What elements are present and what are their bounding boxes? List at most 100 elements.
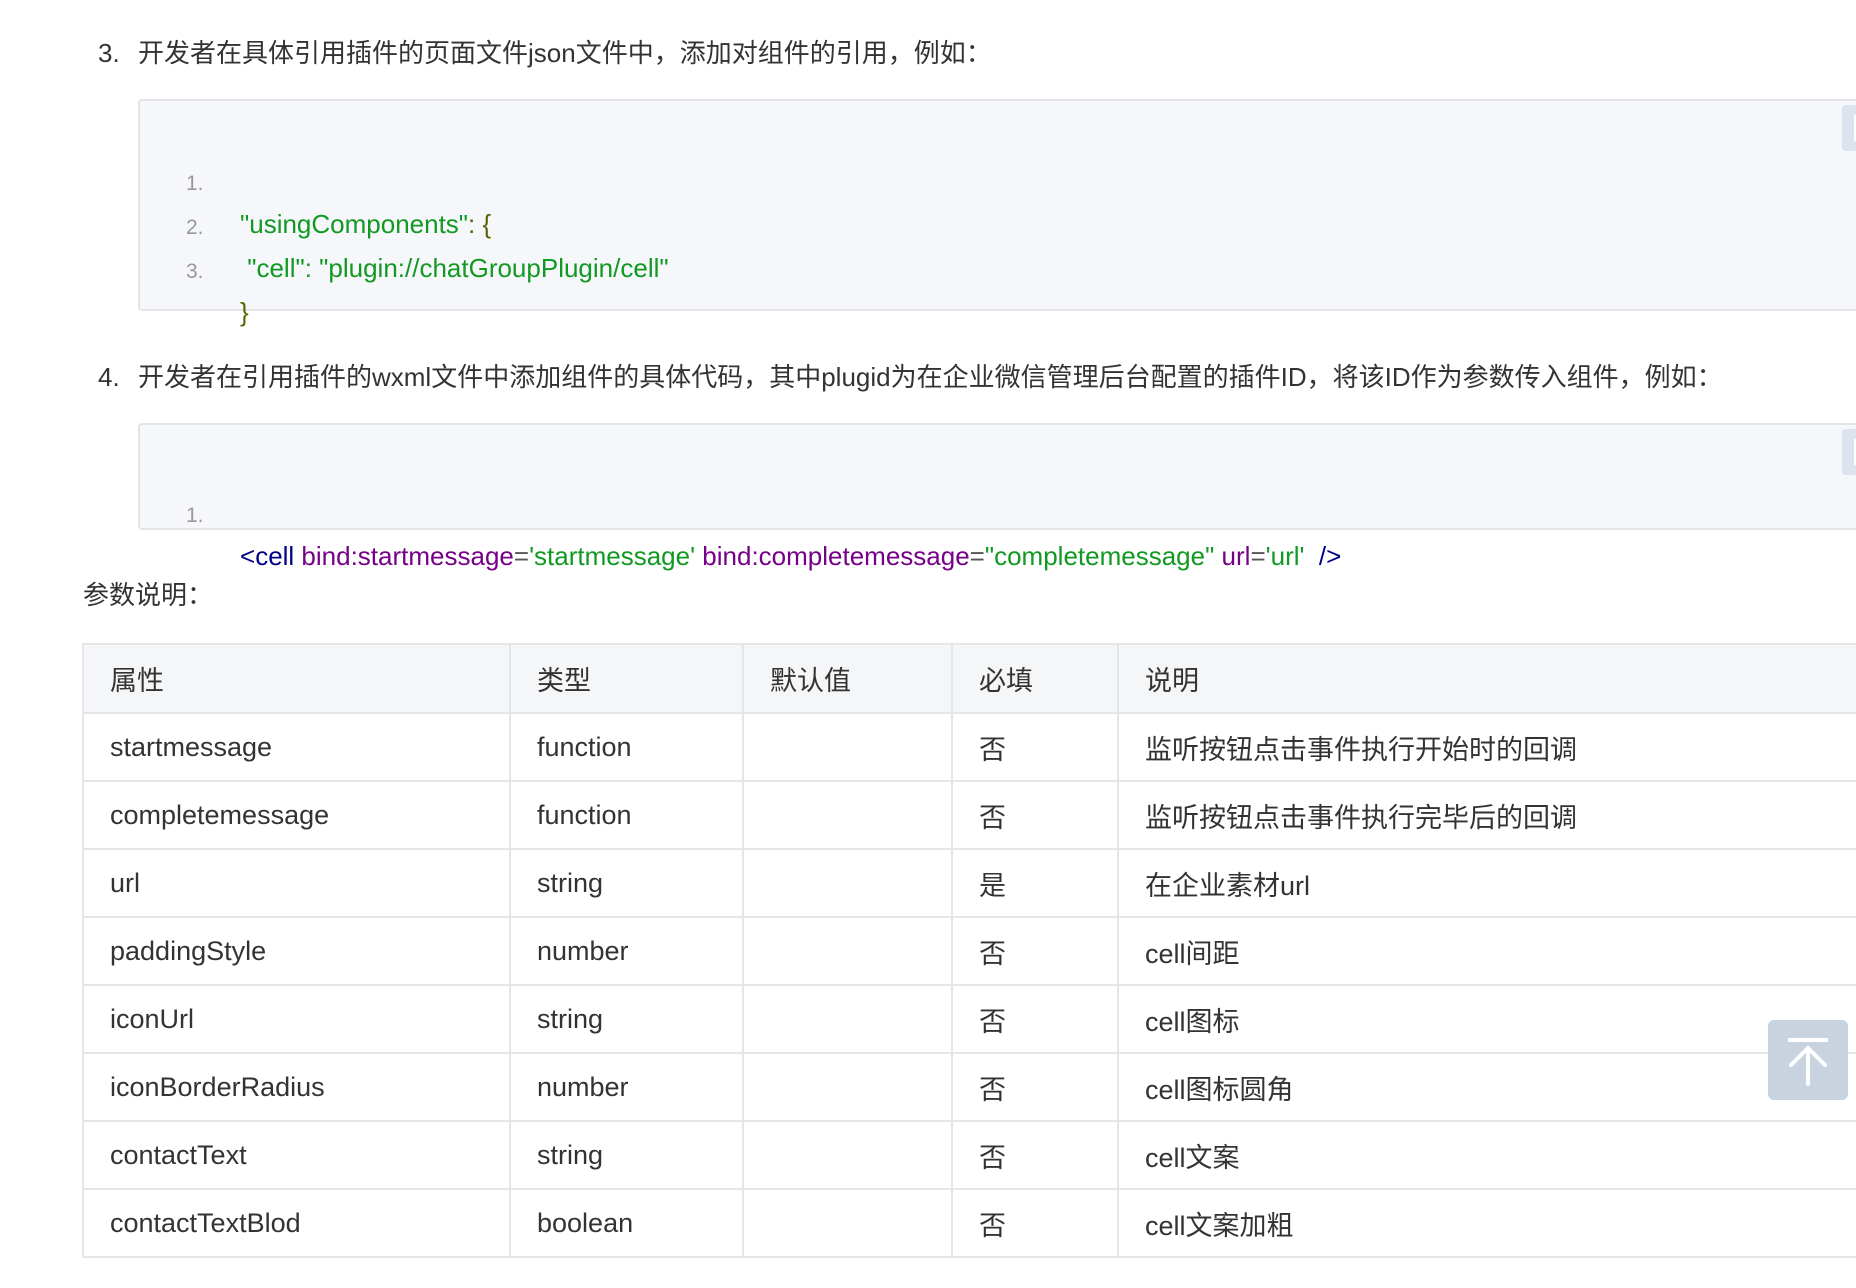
step-3-paragraph: 3. 开发者在具体引用插件的页面文件json文件中，添加对组件的引用，例如： bbox=[98, 33, 992, 73]
code-line: 1. "usingComponents": { bbox=[140, 124, 491, 239]
table-cell: function bbox=[509, 712, 744, 782]
code-token: = bbox=[969, 541, 985, 571]
table-cell: cell图标 bbox=[1117, 984, 1856, 1054]
table-cell: 在企业素材url bbox=[1117, 848, 1856, 918]
document-page: 3. 开发者在具体引用插件的页面文件json文件中，添加对组件的引用，例如： 1.… bbox=[0, 0, 1856, 1288]
header-cell: 属性 bbox=[82, 643, 511, 714]
code-token: = bbox=[1250, 541, 1266, 571]
table-cell: url bbox=[82, 848, 511, 918]
step-number: 4. bbox=[98, 362, 120, 392]
table-cell: iconBorderRadius bbox=[82, 1052, 511, 1122]
table-cell: 监听按钮点击事件执行完毕后的回调 bbox=[1117, 780, 1856, 850]
code-token: /> bbox=[1304, 541, 1342, 571]
copy-code-button[interactable] bbox=[1842, 429, 1856, 475]
step-4-paragraph: 4. 开发者在引用插件的wxml文件中添加组件的具体代码，其中plugid为在企业… bbox=[98, 357, 1723, 397]
code-token: cell bbox=[255, 541, 295, 571]
table-cell: 否 bbox=[951, 916, 1119, 986]
code-token: 'startmessage' bbox=[529, 541, 696, 571]
table-cell: iconUrl bbox=[82, 984, 511, 1054]
code-token: < bbox=[240, 541, 256, 571]
table-cell bbox=[742, 712, 953, 782]
table-cell: 否 bbox=[951, 780, 1119, 850]
table-cell: number bbox=[509, 916, 744, 986]
code-token: : { bbox=[468, 209, 492, 239]
step-text: 开发者在具体引用插件的页面文件json文件中，添加对组件的引用，例如： bbox=[138, 38, 992, 68]
arrow-up-to-top-icon bbox=[1789, 1046, 1827, 1086]
line-number: 1. bbox=[186, 172, 204, 195]
line-number: 1. bbox=[186, 504, 204, 527]
param-heading: 参数说明： bbox=[83, 580, 214, 610]
code-text: <cell bind:startmessage='startmessage' b… bbox=[240, 536, 1341, 576]
table-row: startmessage function 否 监听按钮点击事件执行开始时的回调 bbox=[82, 712, 1856, 782]
table-header-row: 属性 类型 默认值 必填 说明 bbox=[82, 643, 1856, 714]
step-text: 开发者在引用插件的wxml文件中添加组件的具体代码，其中plugid为在企业微信… bbox=[138, 362, 1723, 392]
table-cell bbox=[742, 848, 953, 918]
code-token: bind:completemessage bbox=[695, 541, 970, 571]
table-cell: string bbox=[509, 1120, 744, 1190]
code-block-json: 1. "usingComponents": { 2. "cell": "plug… bbox=[138, 99, 1856, 327]
table-cell: boolean bbox=[509, 1188, 744, 1258]
top-bar-line bbox=[1788, 1038, 1828, 1042]
table-cell bbox=[742, 916, 953, 986]
table-cell: 否 bbox=[951, 712, 1119, 782]
table-row: contactText string 否 cell文案 bbox=[82, 1120, 1856, 1190]
table-cell bbox=[742, 1052, 953, 1122]
table-cell: contactTextBlod bbox=[82, 1188, 511, 1258]
code-token: "plugin://chatGroupPlugin/cell" bbox=[319, 253, 669, 283]
table-cell: cell文案 bbox=[1117, 1120, 1856, 1190]
table-row: iconUrl string 否 cell图标 bbox=[82, 984, 1856, 1054]
table-row: contactTextBlod boolean 否 cell文案加粗 bbox=[82, 1188, 1856, 1258]
line-number: 3. bbox=[186, 260, 204, 283]
table-cell: 否 bbox=[951, 1120, 1119, 1190]
table-row: paddingStyle number 否 cell间距 bbox=[82, 916, 1856, 986]
code-token: = bbox=[513, 541, 530, 571]
table-cell: 否 bbox=[951, 984, 1119, 1054]
params-table: 属性 类型 默认值 必填 说明 startmessage function 否 … bbox=[82, 643, 1856, 1258]
table-cell: string bbox=[509, 984, 744, 1054]
table-cell bbox=[742, 1120, 953, 1190]
code-token: 'url' bbox=[1265, 541, 1305, 571]
table-cell: function bbox=[509, 780, 744, 850]
table-cell: 否 bbox=[951, 1052, 1119, 1122]
code-token: bind:startmessage bbox=[294, 541, 514, 571]
table-cell: cell间距 bbox=[1117, 916, 1856, 986]
code-token: } bbox=[240, 297, 249, 327]
table-cell: 是 bbox=[951, 848, 1119, 918]
step-number: 3. bbox=[98, 38, 120, 68]
code-token: : bbox=[304, 253, 320, 283]
table-cell: string bbox=[509, 848, 744, 918]
table-cell: completemessage bbox=[82, 780, 511, 850]
table-cell: 监听按钮点击事件执行开始时的回调 bbox=[1117, 712, 1856, 782]
code-text: } bbox=[240, 292, 249, 332]
header-cell: 类型 bbox=[509, 643, 744, 714]
table-cell: number bbox=[509, 1052, 744, 1122]
back-to-top-button[interactable] bbox=[1768, 1020, 1848, 1100]
table-cell bbox=[742, 1188, 953, 1258]
code-line: 2. "cell": "plugin://chatGroupPlugin/cel… bbox=[140, 168, 669, 283]
code-line: 1. <cell bind:startmessage='startmessage… bbox=[140, 456, 1341, 571]
header-cell: 说明 bbox=[1117, 643, 1856, 714]
table-cell bbox=[742, 780, 953, 850]
code-token: "usingComponents" bbox=[240, 209, 469, 239]
line-number: 2. bbox=[186, 216, 204, 239]
table-cell bbox=[742, 984, 953, 1054]
code-block-wxml: 1. <cell bind:startmessage='startmessage… bbox=[138, 423, 1856, 571]
table-cell: cell文案加粗 bbox=[1117, 1188, 1856, 1258]
table-row: iconBorderRadius number 否 cell图标圆角 bbox=[82, 1052, 1856, 1122]
table-cell: startmessage bbox=[82, 712, 511, 782]
code-line: 3. } bbox=[140, 212, 249, 327]
code-token: url bbox=[1214, 541, 1251, 571]
header-cell: 必填 bbox=[951, 643, 1119, 714]
table-cell: contactText bbox=[82, 1120, 511, 1190]
code-text: "cell": "plugin://chatGroupPlugin/cell" bbox=[240, 248, 669, 288]
table-cell: 否 bbox=[951, 1188, 1119, 1258]
code-token: "completemessage" bbox=[984, 541, 1215, 571]
header-cell: 默认值 bbox=[742, 643, 953, 714]
code-token: "cell" bbox=[240, 253, 305, 283]
table-row: completemessage function 否 监听按钮点击事件执行完毕后… bbox=[82, 780, 1856, 850]
table-row: url string 是 在企业素材url bbox=[82, 848, 1856, 918]
table-cell: paddingStyle bbox=[82, 916, 511, 986]
table-cell: cell图标圆角 bbox=[1117, 1052, 1856, 1122]
code-text: "usingComponents": { bbox=[240, 204, 491, 244]
copy-code-button[interactable] bbox=[1842, 105, 1856, 151]
